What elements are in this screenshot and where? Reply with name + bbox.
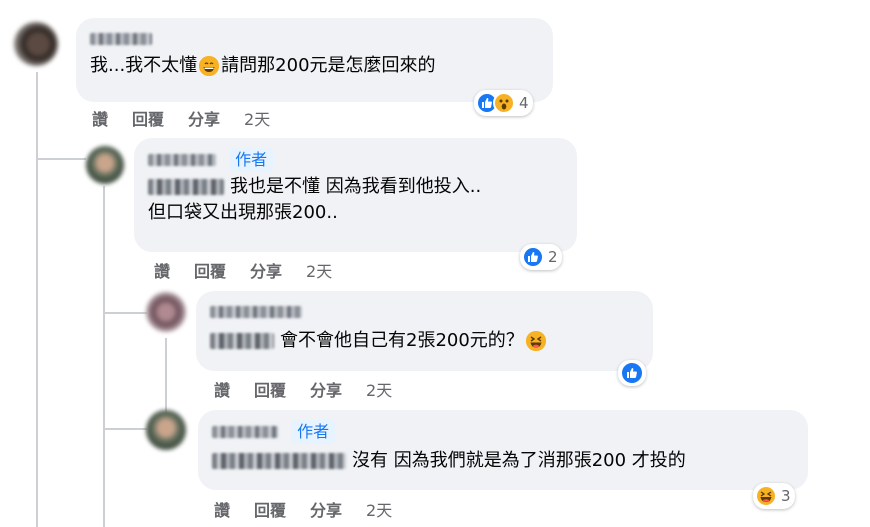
comment-actions: 讚 回覆 分享 2天 — [92, 106, 270, 130]
comment-actions: 讚 回覆 分享 2天 — [214, 377, 392, 401]
comment-text-line2: 但口袋又出現那張200.. — [148, 202, 338, 223]
comment-text: 我也是不懂 因為我看到他投入.. — [148, 174, 563, 200]
like-button[interactable]: 讚 — [214, 377, 230, 401]
reaction-summary[interactable]: 2 — [520, 244, 562, 270]
commenter-name[interactable] — [212, 426, 278, 438]
like-button[interactable]: 讚 — [92, 106, 108, 130]
comment-bubble: 作者 我也是不懂 因為我看到他投入.. 但口袋又出現那張200.. — [134, 138, 577, 252]
commenter-name[interactable] — [210, 301, 639, 320]
reply-button[interactable]: 回覆 — [254, 497, 286, 521]
comment-actions: 讚 回覆 分享 2天 — [214, 497, 392, 521]
mention-tag[interactable] — [212, 453, 346, 469]
reply-button[interactable]: 回覆 — [132, 106, 164, 130]
like-button[interactable]: 讚 — [214, 497, 230, 521]
reaction-count: 4 — [519, 94, 529, 112]
like-reaction-icon — [620, 361, 644, 385]
mention-tag[interactable] — [210, 333, 274, 349]
share-button[interactable]: 分享 — [250, 258, 282, 282]
reply-button[interactable]: 回覆 — [194, 258, 226, 282]
commenter-name[interactable] — [90, 28, 539, 47]
reaction-count: 3 — [781, 487, 791, 505]
like-button[interactable]: 讚 — [154, 258, 170, 282]
timestamp[interactable]: 2天 — [244, 106, 270, 130]
thread-connector-c2 — [36, 158, 86, 160]
share-button[interactable]: 分享 — [310, 377, 342, 401]
avatar[interactable] — [86, 146, 124, 184]
comment-bubble: 我...我不太懂 請問那200元是怎麼回來的 — [76, 18, 553, 102]
thread-line-c2 — [103, 186, 105, 527]
reaction-count: 2 — [548, 248, 558, 266]
commenter-name[interactable] — [148, 154, 216, 166]
timestamp[interactable]: 2天 — [366, 497, 392, 521]
commenter-name-row: 作者 — [212, 420, 794, 444]
share-button[interactable]: 分享 — [310, 497, 342, 521]
comment-text: 會不會他自己有2張200元的？ — [210, 328, 639, 354]
like-reaction-icon — [522, 246, 544, 268]
avatar[interactable] — [14, 22, 58, 66]
commenter-name-row: 作者 — [148, 148, 563, 172]
comment-actions: 讚 回覆 分享 2天 — [154, 258, 332, 282]
comment-text: 沒有 因為我們就是為了消那張200 才投的 — [212, 448, 794, 474]
comment-bubble: 作者 沒有 因為我們就是為了消那張200 才投的 — [198, 410, 808, 490]
reaction-summary[interactable] — [618, 360, 646, 386]
reply-button[interactable]: 回覆 — [254, 377, 286, 401]
thread-line-root — [36, 72, 38, 527]
laughing-emoji-icon — [525, 331, 546, 351]
timestamp[interactable]: 2天 — [306, 258, 332, 282]
reaction-summary[interactable]: 4 — [474, 90, 533, 116]
comment-text: 我...我不太懂 請問那200元是怎麼回來的 — [90, 55, 436, 76]
reaction-summary[interactable]: 3 — [753, 483, 795, 509]
comment-bubble: 會不會他自己有2張200元的？ — [196, 291, 653, 371]
thread-connector-c4 — [103, 428, 147, 430]
share-button[interactable]: 分享 — [188, 106, 220, 130]
author-badge: 作者 — [229, 148, 274, 172]
grinning-emoji-icon — [199, 56, 220, 76]
author-badge: 作者 — [291, 420, 336, 444]
avatar[interactable] — [146, 410, 186, 450]
timestamp[interactable]: 2天 — [366, 377, 392, 401]
avatar[interactable] — [146, 292, 186, 332]
mention-tag[interactable] — [148, 179, 224, 195]
wow-reaction-icon — [493, 92, 515, 114]
thread-connector-c3 — [103, 312, 147, 314]
haha-reaction-icon — [755, 485, 777, 507]
